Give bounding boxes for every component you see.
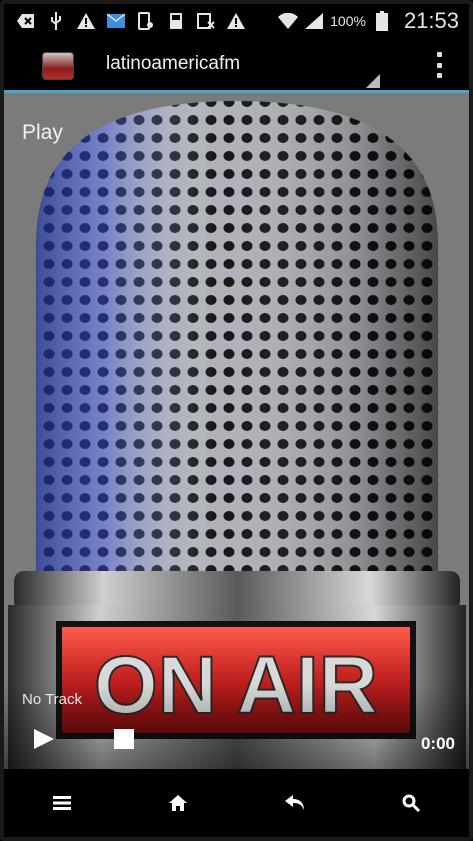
wifi-icon <box>278 11 299 31</box>
battery-percent: 100% <box>330 13 366 29</box>
app-title[interactable]: latinoamericafm <box>106 53 240 75</box>
stop-button[interactable] <box>114 729 134 749</box>
home-icon[interactable] <box>154 779 202 827</box>
clock: 21:53 <box>403 8 459 33</box>
phone-frame: 100% 21:53 latinoamericafm Play No Track… <box>0 0 473 841</box>
play-label[interactable]: Play <box>22 121 63 145</box>
play-button[interactable] <box>34 729 54 749</box>
storage-icon <box>166 11 186 31</box>
search-icon[interactable] <box>387 779 435 827</box>
app-logo-icon[interactable] <box>42 52 74 80</box>
back-icon[interactable] <box>271 779 319 827</box>
phone-settings-icon <box>136 11 156 31</box>
usb-icon <box>46 11 66 31</box>
action-bar: latinoamericafm <box>4 38 469 93</box>
track-title: No Track <box>22 691 83 708</box>
on-air-microphone-image: ON AIR <box>4 93 469 773</box>
warning-icon <box>226 11 246 31</box>
bottom-nav-bar <box>4 769 469 837</box>
signal-icon <box>304 11 324 31</box>
battery-icon <box>372 11 392 31</box>
status-bar: 100% 21:53 <box>4 4 469 38</box>
calendar-x-icon <box>196 11 216 31</box>
elapsed-time: 0:00 <box>420 734 455 753</box>
add-box-icon <box>16 11 36 31</box>
mail-icon <box>106 11 126 31</box>
warning-icon <box>76 11 96 31</box>
dropdown-indicator-icon[interactable] <box>366 74 380 88</box>
menu-icon[interactable] <box>38 779 86 827</box>
player-area: ON AIR Play No Track 0:00 <box>4 93 469 773</box>
overflow-menu-icon[interactable] <box>435 52 443 78</box>
